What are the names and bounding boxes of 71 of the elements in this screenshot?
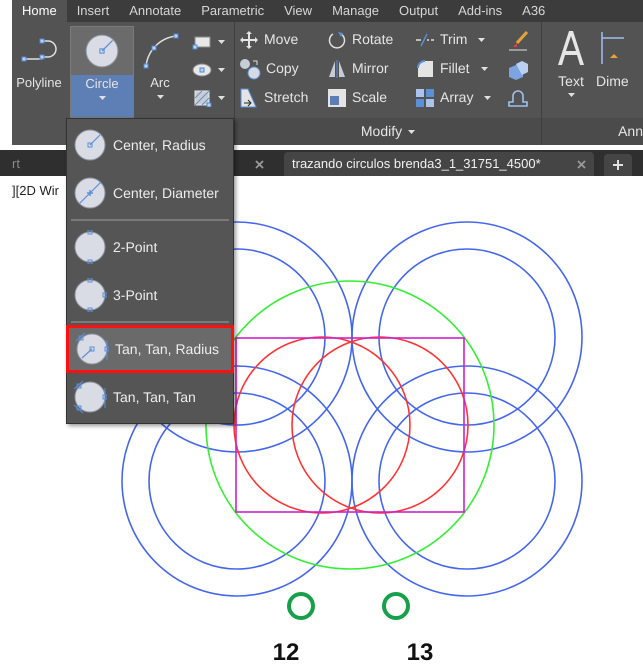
ribbon-tab[interactable]: View bbox=[274, 0, 322, 22]
fillet-icon bbox=[415, 58, 435, 78]
menu-item[interactable]: Center, Radius bbox=[67, 121, 233, 169]
ribbon-tab[interactable]: Insert bbox=[66, 0, 120, 22]
scale-button[interactable]: Scale bbox=[327, 86, 415, 109]
rotate-button[interactable]: Rotate bbox=[327, 28, 415, 51]
trim-button[interactable]: Trim bbox=[415, 28, 507, 51]
stretch-icon bbox=[239, 86, 259, 108]
menu-item[interactable]: Tan, Tan, Tan bbox=[67, 373, 233, 421]
dimension-button[interactable]: Dime bbox=[596, 24, 629, 118]
array-icon bbox=[415, 88, 435, 108]
scale-icon bbox=[327, 88, 347, 108]
polyline-button[interactable]: Polyline bbox=[12, 26, 66, 118]
copy-button[interactable]: Copy bbox=[239, 57, 327, 80]
rectangle-icon bbox=[192, 34, 212, 50]
caret-icon bbox=[218, 68, 225, 72]
circle-icon bbox=[73, 230, 107, 264]
mirror-icon bbox=[327, 58, 347, 78]
menu-item[interactable]: 3-Point bbox=[67, 271, 233, 319]
stretch-button[interactable]: Stretch bbox=[239, 86, 327, 109]
cubes-icon[interactable] bbox=[507, 60, 529, 80]
marker-label: 13 bbox=[406, 639, 434, 666]
marker-circle bbox=[382, 592, 410, 620]
move-button[interactable]: Move bbox=[239, 28, 327, 51]
panel-title: Modify bbox=[360, 122, 402, 141]
plus-icon bbox=[613, 160, 623, 170]
circle-icon bbox=[73, 380, 107, 414]
array-button[interactable]: Array bbox=[415, 86, 507, 109]
text-button[interactable]: Text bbox=[556, 24, 586, 118]
tool-button[interactable] bbox=[192, 88, 225, 108]
close-icon[interactable] bbox=[255, 160, 264, 168]
ribbon-tab[interactable]: Annotate bbox=[119, 0, 192, 22]
ribbon-tab[interactable]: Manage bbox=[322, 0, 390, 22]
caret-icon bbox=[218, 40, 225, 44]
new-tab-button[interactable] bbox=[604, 154, 632, 176]
caret-icon bbox=[218, 96, 225, 100]
trim-icon bbox=[415, 32, 435, 46]
panel-title: Ann bbox=[618, 122, 643, 141]
menu-item[interactable]: 2-Point bbox=[67, 223, 233, 271]
move-icon bbox=[239, 30, 259, 50]
circle-icon bbox=[73, 176, 107, 210]
copy-icon bbox=[239, 58, 261, 80]
circle-icon bbox=[73, 128, 107, 162]
ribbon-tab[interactable]: Add-ins bbox=[448, 0, 512, 22]
letter-a-icon bbox=[556, 30, 586, 66]
caret-icon bbox=[408, 130, 416, 134]
marker-label: 12 bbox=[272, 639, 300, 666]
mirror-button[interactable]: Mirror bbox=[327, 57, 415, 80]
circle-icon bbox=[84, 33, 120, 69]
ribbon-tab[interactable]: A36 bbox=[512, 0, 556, 22]
ribbon-tab[interactable]: Parametric bbox=[191, 0, 274, 22]
close-icon[interactable] bbox=[577, 160, 586, 168]
rotate-icon bbox=[327, 30, 347, 50]
dimension-icon bbox=[600, 30, 624, 66]
ellipse-icon bbox=[192, 62, 212, 78]
join-icon[interactable] bbox=[507, 88, 529, 108]
fillet-button[interactable]: Fillet bbox=[415, 57, 507, 80]
menu-item[interactable]: Tan, Tan, Radius bbox=[66, 325, 234, 373]
ribbon-tab[interactable]: Output bbox=[389, 0, 448, 22]
arc-button[interactable]: Arc bbox=[138, 26, 182, 118]
circle-button[interactable]: Circle bbox=[70, 26, 134, 118]
viewport-label[interactable]: ][2D Wir bbox=[12, 181, 59, 200]
circle-icon bbox=[73, 278, 107, 312]
circle-icon bbox=[75, 332, 109, 366]
menu-item[interactable]: Center, Diameter bbox=[67, 169, 233, 217]
file-tab[interactable]: trazando circulos brenda3_1_31751_4500* bbox=[284, 152, 594, 176]
ribbon-tab[interactable]: Home bbox=[12, 0, 67, 22]
brush-icon[interactable] bbox=[507, 30, 529, 52]
caret-icon bbox=[568, 93, 574, 97]
marker-circle bbox=[287, 592, 315, 620]
hatch-icon bbox=[192, 89, 212, 107]
